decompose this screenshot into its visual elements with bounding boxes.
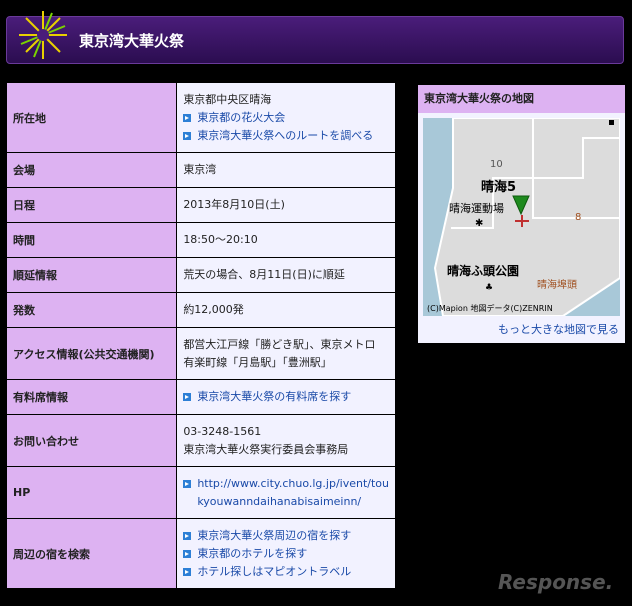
hp-url-1: http://www.city.chuo.lg.jp/ivent/tou — [197, 476, 389, 490]
access-label: アクセス情報(公共交通機関) — [5, 327, 178, 380]
shots-value: 約12,000発 — [176, 292, 396, 328]
paid-seat-link[interactable]: 東京湾大華火祭の有料席を探す — [183, 388, 389, 406]
map-label-pier: 晴海埠頭 — [537, 278, 577, 291]
shots-label: 発数 — [5, 292, 178, 328]
paid-label: 有料席情報 — [5, 379, 178, 415]
event-info-table: 所在地 東京都中央区晴海 東京都の花火大会 東京湾大華火祭へのルートを調べる 会… — [5, 82, 396, 589]
map-label-stadium: 晴海運動場 — [449, 201, 504, 215]
route-link[interactable]: 東京湾大華火祭へのルートを調べる — [183, 127, 389, 145]
location-label: 所在地 — [5, 82, 178, 153]
time-value: 18:50〜20:10 — [176, 222, 396, 258]
page-header: 東京湾大華火祭 — [6, 11, 624, 64]
row-location: 所在地 東京都中央区晴海 東京都の花火大会 東京湾大華火祭へのルートを調べる — [5, 82, 396, 153]
inn-label: 周辺の宿を検索 — [5, 518, 178, 589]
map-copyright: (C)Mapion 地図データ(C)ZENRIN — [427, 303, 553, 313]
row-date: 日程 2013年8月10日(土) — [5, 187, 396, 223]
nearby-inn-link[interactable]: 東京湾大華火祭周辺の宿を探す — [183, 527, 389, 545]
paid-value: 東京湾大華火祭の有料席を探す — [176, 379, 396, 415]
hp-url-2: kyouwanndaihanabisaimeinn/ — [197, 494, 362, 508]
mapion-travel-link[interactable]: ホテル探しはマピオントラベル — [183, 563, 389, 581]
event-map[interactable]: 10 8 晴海5 晴海運動場 ✱ 晴海ふ頭公園 ♣ 晴海埠頭 (C)Mapion… — [423, 118, 620, 316]
date-label: 日程 — [5, 187, 178, 223]
row-postpone: 順延情報 荒天の場合、8月11日(日)に順延 — [5, 257, 396, 293]
contact-label: お問い合わせ — [5, 414, 178, 467]
map-panel: 東京湾大華火祭の地図 10 8 晴海5 晴海運動場 ✱ 晴海ふ頭公園 ♣ 晴海埠… — [417, 84, 626, 344]
map-label-harumi5: 晴海5 — [481, 179, 516, 195]
venue-value: 東京湾 — [176, 152, 396, 188]
contact-phone: 03-3248-1561 — [183, 424, 262, 438]
stadium-icon: ✱ — [475, 218, 483, 229]
access-line-2: 有楽町線「月島駅」「豊洲駅」 — [183, 355, 332, 369]
location-value: 東京都中央区晴海 東京都の花火大会 東京湾大華火祭へのルートを調べる — [176, 82, 396, 153]
map-marker-square — [609, 120, 614, 125]
contact-org: 東京湾大華火祭実行委員会事務局 — [183, 442, 349, 456]
fireworks-icon — [19, 11, 67, 59]
postpone-value: 荒天の場合、8月11日(日)に順延 — [176, 257, 396, 293]
park-icon: ♣ — [485, 283, 493, 293]
time-label: 時間 — [5, 222, 178, 258]
access-value: 都営大江戸線「勝どき駅」、東京メトロ 有楽町線「月島駅」「豊洲駅」 — [176, 327, 396, 380]
row-hp: HP http://www.city.chuo.lg.jp/ivent/tou k… — [5, 466, 396, 519]
hp-value: http://www.city.chuo.lg.jp/ivent/tou kyou… — [176, 466, 396, 519]
response-watermark: Response. — [498, 570, 614, 594]
larger-map-link[interactable]: もっと大きな地図で見る — [498, 321, 619, 337]
row-paid: 有料席情報 東京湾大華火祭の有料席を探す — [5, 379, 396, 415]
row-inn: 周辺の宿を検索 東京湾大華火祭周辺の宿を探す 東京都のホテルを探す ホテル探しは… — [5, 518, 396, 589]
tokyo-hotel-link[interactable]: 東京都のホテルを探す — [183, 545, 389, 563]
map-number-10: 10 — [490, 159, 503, 170]
postpone-label: 順延情報 — [5, 257, 178, 293]
venue-label: 会場 — [5, 152, 178, 188]
row-shots: 発数 約12,000発 — [5, 292, 396, 328]
date-value: 2013年8月10日(土) — [176, 187, 396, 223]
contact-value: 03-3248-1561 東京湾大華火祭実行委員会事務局 — [176, 414, 396, 467]
map-number-8: 8 — [575, 212, 581, 223]
hp-link[interactable]: http://www.city.chuo.lg.jp/ivent/tou kyou… — [183, 475, 389, 511]
row-contact: お問い合わせ 03-3248-1561 東京湾大華火祭実行委員会事務局 — [5, 414, 396, 467]
row-venue: 会場 東京湾 — [5, 152, 396, 188]
page-title: 東京湾大華火祭 — [79, 32, 185, 50]
row-access: アクセス情報(公共交通機関) 都営大江戸線「勝どき駅」、東京メトロ 有楽町線「月… — [5, 327, 396, 380]
map-title: 東京湾大華火祭の地図 — [418, 85, 625, 113]
hp-label: HP — [5, 466, 178, 519]
location-address: 東京都中央区晴海 — [183, 92, 272, 106]
map-label-pier-park: 晴海ふ頭公園 — [447, 263, 519, 278]
row-time: 時間 18:50〜20:10 — [5, 222, 396, 258]
access-line-1: 都営大江戸線「勝どき駅」、東京メトロ — [183, 337, 376, 351]
inn-value: 東京湾大華火祭周辺の宿を探す 東京都のホテルを探す ホテル探しはマピオントラベル — [176, 518, 396, 589]
fireworks-tokyo-link[interactable]: 東京都の花火大会 — [183, 109, 389, 127]
